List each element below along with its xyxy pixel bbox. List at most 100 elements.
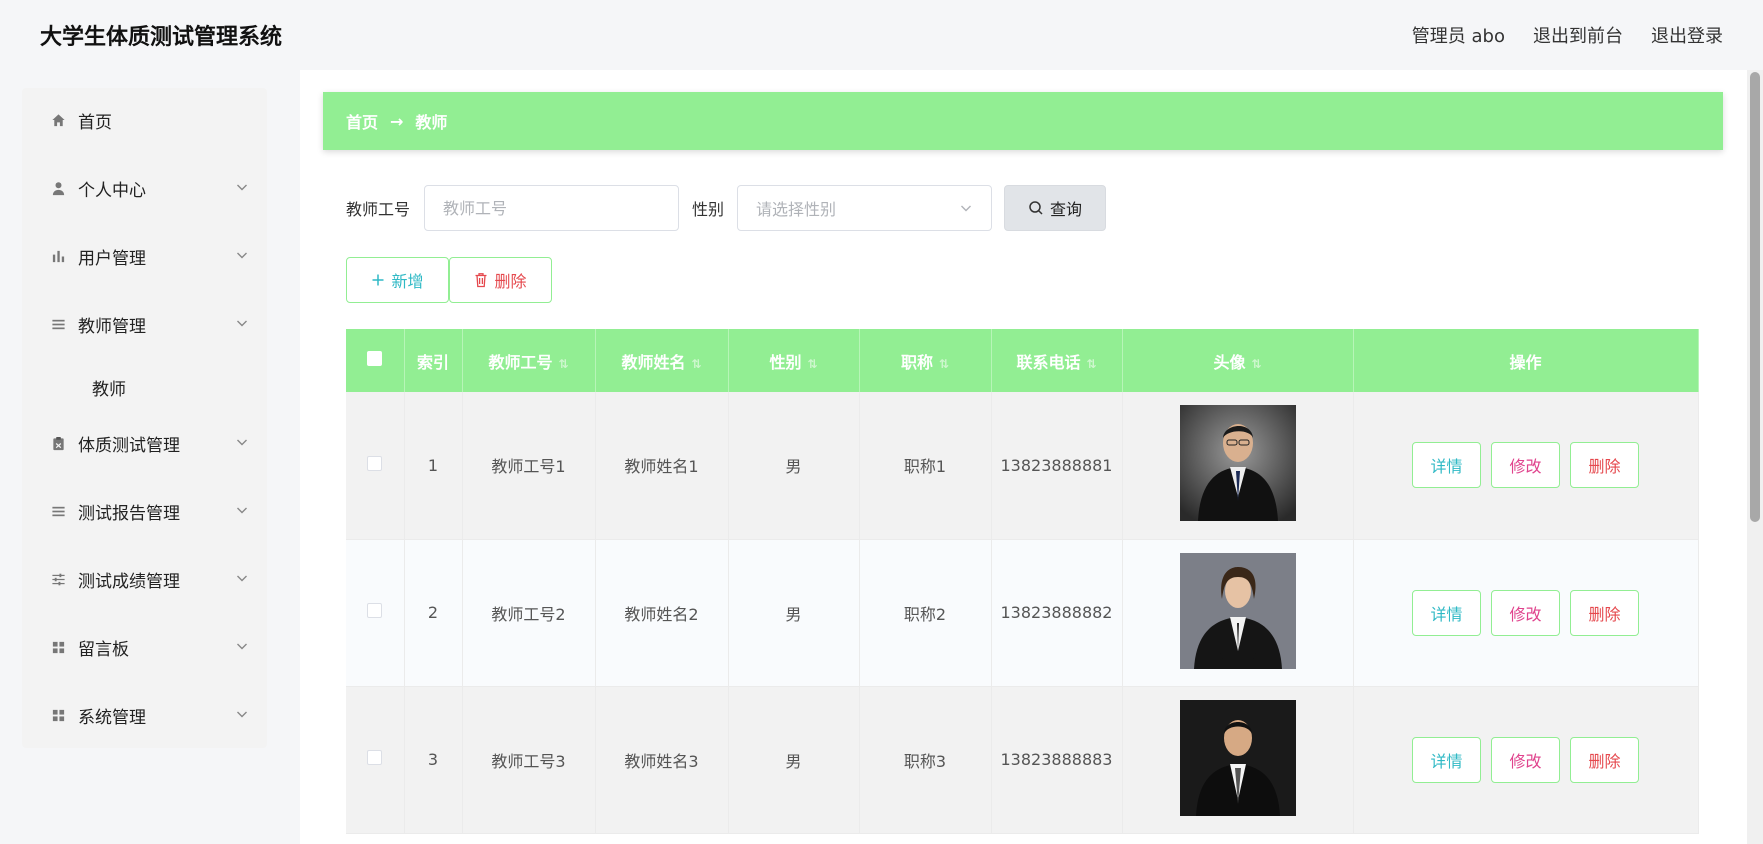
query-button[interactable]: 查询 — [1004, 185, 1107, 231]
bar-chart-icon — [50, 248, 66, 264]
sidebar-item-label: 个人中心 — [78, 180, 146, 201]
cell-gender: 男 — [728, 686, 860, 834]
detail-button[interactable]: 详情 — [1412, 736, 1481, 783]
scrollbar-thumb[interactable] — [1750, 72, 1760, 522]
batch-delete-button[interactable]: 删除 — [449, 257, 552, 303]
sidebar-item-personal-center[interactable]: 个人中心 — [22, 168, 267, 208]
cell-phone: 13823888883 — [991, 686, 1123, 834]
sidebar-area: 首页 个人中心 用户管理 教师管理 教师 体质测试管理 测试报告管理 测试成绩管… — [0, 70, 300, 844]
admin-user-label[interactable]: 管理员 abo — [1412, 22, 1505, 48]
row-action-group: 详情 修改 删除 — [1354, 589, 1698, 636]
row-select-cell — [346, 539, 405, 687]
edit-button[interactable]: 修改 — [1491, 442, 1560, 489]
cell-actions: 详情 修改 删除 — [1353, 392, 1699, 540]
sidebar-item-test-report-management[interactable]: 测试报告管理 — [22, 491, 267, 531]
search-icon — [1029, 201, 1043, 215]
sidebar-item-label: 用户管理 — [78, 248, 146, 269]
add-button[interactable]: 新增 — [346, 257, 449, 303]
sidebar-item-label: 系统管理 — [78, 707, 146, 728]
cell-teacher-id: 教师工号1 — [462, 392, 596, 540]
teacher-table: 索引 教师工号 ⇅ 教师姓名 ⇅ 性别 ⇅ 职称 ⇅ 联系电话 ⇅ 头像 ⇅ 操作 1 教师… — [346, 329, 1699, 834]
row-checkbox[interactable] — [367, 603, 383, 618]
select-all-checkbox[interactable] — [367, 351, 383, 366]
detail-button[interactable]: 详情 — [1412, 589, 1481, 636]
cell-teacher-id: 教师工号2 — [462, 539, 596, 687]
breadcrumb: 首页 → 教师 — [323, 92, 1723, 150]
cell-teacher-name: 教师姓名2 — [595, 539, 729, 687]
gender-select[interactable]: 请选择性别 — [737, 185, 993, 231]
column-header-label: 操作 — [1509, 352, 1542, 372]
breadcrumb-home[interactable]: 首页 — [346, 109, 378, 133]
cell-index: 2 — [404, 539, 463, 687]
table-row: 3 教师工号3 教师姓名3 男 职称3 13823888883 详情 修改 删除 — [346, 686, 1699, 834]
grid-icon — [50, 707, 66, 723]
column-header-teacher-id[interactable]: 教师工号 ⇅ — [462, 329, 596, 392]
gender-select-placeholder: 请选择性别 — [756, 200, 837, 219]
grid-icon — [50, 639, 66, 655]
sort-icon[interactable]: ⇅ — [1086, 357, 1096, 371]
sort-icon[interactable]: ⇅ — [691, 357, 701, 371]
avatar[interactable] — [1179, 405, 1296, 522]
chevron-down-icon — [237, 252, 247, 259]
teacher-id-input[interactable] — [424, 185, 680, 231]
sidebar-item-user-management[interactable]: 用户管理 — [22, 236, 267, 276]
breadcrumb-arrow-icon: → — [390, 111, 404, 131]
edit-button[interactable]: 修改 — [1491, 736, 1560, 783]
delete-button[interactable]: 删除 — [1570, 442, 1639, 489]
sidebar-item-label: 体质测试管理 — [78, 435, 180, 456]
cell-avatar — [1122, 539, 1354, 687]
add-button-label: 新增 — [391, 272, 424, 291]
top-links: 管理员 abo 退出到前台 退出登录 — [1412, 22, 1723, 48]
column-header-title[interactable]: 职称 ⇅ — [859, 329, 992, 392]
cell-gender: 男 — [728, 392, 860, 540]
sidebar-item-system-management[interactable]: 系统管理 — [22, 695, 267, 735]
column-header-gender[interactable]: 性别 ⇅ — [728, 329, 860, 392]
sidebar-item-label: 首页 — [78, 112, 112, 133]
column-header-phone[interactable]: 联系电话 ⇅ — [991, 329, 1123, 392]
top-bar: 大学生体质测试管理系统 管理员 abo 退出到前台 退出登录 — [0, 0, 1763, 70]
delete-button[interactable]: 删除 — [1570, 736, 1639, 783]
sort-icon[interactable]: ⇅ — [558, 357, 568, 371]
sidebar-item-message-board[interactable]: 留言板 — [22, 627, 267, 667]
row-checkbox[interactable] — [367, 750, 383, 765]
logout-link[interactable]: 退出登录 — [1651, 22, 1723, 48]
batch-delete-button-label: 删除 — [494, 272, 527, 291]
chevron-down-icon — [237, 439, 247, 446]
list-icon — [50, 316, 66, 332]
gender-label: 性别 — [692, 200, 725, 219]
action-bar: 新增 删除 — [346, 257, 552, 303]
sort-icon[interactable]: ⇅ — [939, 357, 949, 371]
query-button-label: 查询 — [1050, 200, 1083, 219]
teacher-id-label: 教师工号 — [346, 200, 411, 219]
sort-icon[interactable]: ⇅ — [807, 357, 817, 371]
detail-button[interactable]: 详情 — [1412, 442, 1481, 489]
column-header-teacher-name[interactable]: 教师姓名 ⇅ — [595, 329, 729, 392]
row-select-cell — [346, 392, 405, 540]
sidebar: 首页 个人中心 用户管理 教师管理 教师 体质测试管理 测试报告管理 测试成绩管… — [22, 88, 267, 748]
avatar[interactable] — [1179, 699, 1296, 816]
sidebar-item-fitness-test-management[interactable]: 体质测试管理 — [22, 423, 267, 463]
sidebar-item-teacher-management[interactable]: 教师管理 — [22, 304, 267, 344]
sidebar-item-home[interactable]: 首页 — [22, 100, 267, 140]
cell-title: 职称3 — [859, 686, 992, 834]
sidebar-item-test-score-management[interactable]: 测试成绩管理 — [22, 559, 267, 599]
sidebar-item-label: 教师管理 — [78, 316, 146, 337]
cell-title: 职称2 — [859, 539, 992, 687]
cell-index: 3 — [404, 686, 463, 834]
sliders-icon — [50, 571, 66, 587]
user-icon — [50, 180, 66, 196]
cell-teacher-id: 教师工号3 — [462, 686, 596, 834]
row-checkbox[interactable] — [367, 455, 383, 471]
back-to-front-link[interactable]: 退出到前台 — [1533, 22, 1623, 48]
avatar[interactable] — [1179, 552, 1296, 669]
edit-button[interactable]: 修改 — [1491, 589, 1560, 636]
cell-phone: 13823888882 — [991, 539, 1123, 687]
column-header-avatar[interactable]: 头像 ⇅ — [1122, 329, 1354, 392]
chevron-down-icon — [237, 507, 247, 514]
delete-button[interactable]: 删除 — [1570, 589, 1639, 636]
sort-icon[interactable]: ⇅ — [1251, 357, 1261, 371]
table-row: 2 教师工号2 教师姓名2 男 职称2 13823888882 详情 修改 删除 — [346, 539, 1699, 687]
select-all-header — [346, 329, 405, 392]
sidebar-subitem-teacher[interactable]: 教师 — [92, 375, 126, 400]
sidebar-item-label: 测试成绩管理 — [78, 571, 180, 592]
